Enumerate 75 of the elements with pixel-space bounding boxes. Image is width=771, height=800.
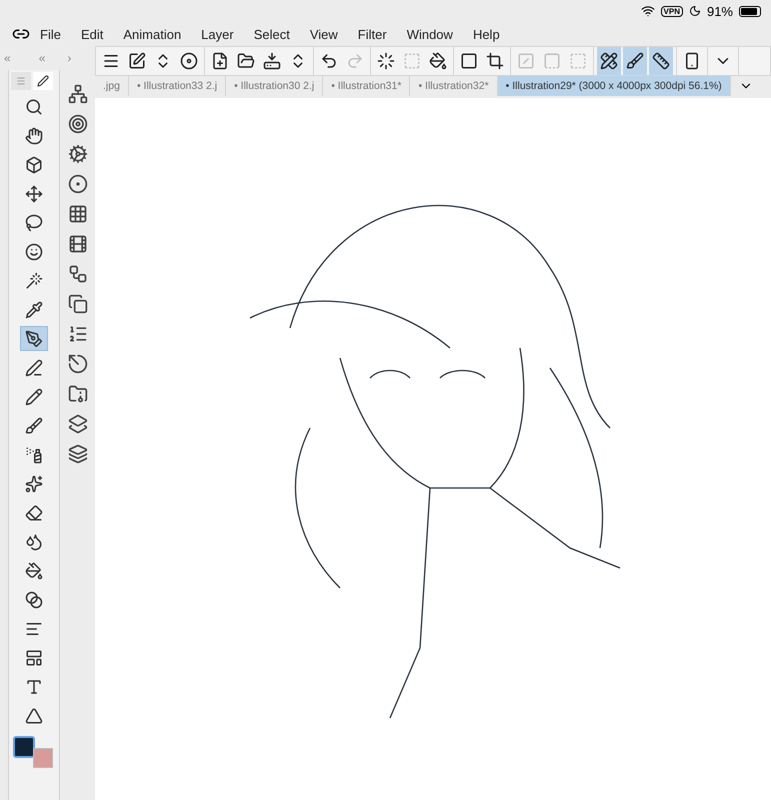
layers-grid-icon[interactable]	[68, 414, 88, 434]
magic-wand-icon	[25, 272, 43, 290]
document-tab[interactable]: • Illustration33 2.j	[128, 76, 226, 96]
edit-icon	[128, 52, 146, 70]
menu-item[interactable]: Edit	[70, 26, 114, 42]
toolbar-button[interactable]	[597, 47, 621, 75]
ruler-pen-icon	[600, 52, 618, 70]
open-folder-icon	[237, 52, 255, 70]
document-tab[interactable]: .jpg	[95, 76, 129, 96]
brush-icon	[25, 416, 43, 434]
triangle-icon	[25, 706, 43, 724]
pen-icon	[37, 75, 49, 87]
menu-item[interactable]: Select	[244, 26, 300, 42]
undo-icon	[320, 52, 338, 70]
copy-icon[interactable]	[68, 294, 88, 314]
arrow-circle-icon[interactable]	[68, 354, 88, 374]
spray-icon	[25, 446, 43, 464]
battery-icon	[739, 6, 761, 16]
hand-icon	[25, 126, 43, 144]
toolbar-button[interactable]	[623, 47, 647, 75]
eraser-icon	[25, 504, 43, 522]
pen-icon	[25, 330, 43, 348]
list-icon[interactable]	[68, 324, 88, 344]
nodes-icon[interactable]	[68, 264, 88, 284]
move-icon	[25, 184, 43, 202]
crop-icon	[486, 52, 504, 70]
text-icon	[25, 678, 43, 696]
redo-icon	[346, 52, 364, 70]
dashed-square-icon	[403, 52, 421, 70]
menu-icon	[102, 52, 120, 70]
search-icon	[25, 98, 43, 116]
pencil-icon	[25, 388, 43, 406]
phone-icon	[683, 52, 701, 70]
slashed-square-icon	[517, 52, 535, 70]
droplets-icon	[25, 532, 43, 550]
menu-icon	[16, 76, 26, 86]
dashed-circle-icon	[377, 52, 395, 70]
document-tab[interactable]: • Illustration29* (3000 x 4000px 300dpi 56.1%)	[498, 76, 731, 96]
menu-item[interactable]: Help	[462, 26, 510, 42]
battery-percent: 91%	[706, 4, 733, 18]
menu-item[interactable]: View	[300, 26, 348, 42]
menu-item[interactable]: File	[30, 26, 71, 42]
save-icon	[263, 52, 281, 70]
brush-icon	[626, 52, 644, 70]
document-tab[interactable]: • Illustration31*	[323, 76, 410, 96]
moon-icon	[688, 5, 701, 17]
document-tab[interactable]: • Illustration30 2.j	[226, 76, 324, 96]
paint-bucket-icon	[429, 52, 447, 70]
pen-nib-icon	[25, 358, 43, 376]
circle-icon[interactable]	[68, 174, 88, 194]
vpn-badge: VPN	[660, 6, 683, 16]
pen-tab[interactable]	[33, 72, 53, 90]
lasso-icon	[25, 214, 43, 232]
sparkle-icon	[25, 474, 43, 492]
toolbar-button[interactable]	[649, 47, 673, 75]
eyedropper-icon	[25, 300, 43, 318]
sub-color-swatch[interactable]	[33, 748, 53, 768]
paint-bucket-icon	[25, 562, 43, 580]
square-icon	[460, 52, 478, 70]
layers-icon[interactable]	[68, 444, 88, 464]
folder-icon[interactable]	[68, 384, 88, 404]
new-file-icon	[211, 52, 229, 70]
menu-item[interactable]: Window	[396, 26, 463, 42]
face-icon	[25, 242, 43, 260]
menu-item[interactable]: Animation	[113, 26, 192, 42]
film-icon[interactable]	[68, 234, 88, 254]
menu-item[interactable]: Filter	[348, 26, 397, 42]
ruler-icon	[652, 52, 670, 70]
grid-icon[interactable]	[68, 204, 88, 224]
main-color-swatch[interactable]	[13, 736, 35, 758]
tool-button[interactable]	[20, 326, 48, 351]
menu-item[interactable]: Layer	[191, 26, 244, 42]
frame-icon	[25, 648, 43, 666]
dashed-square-icon	[569, 52, 587, 70]
wifi-icon	[640, 4, 655, 18]
